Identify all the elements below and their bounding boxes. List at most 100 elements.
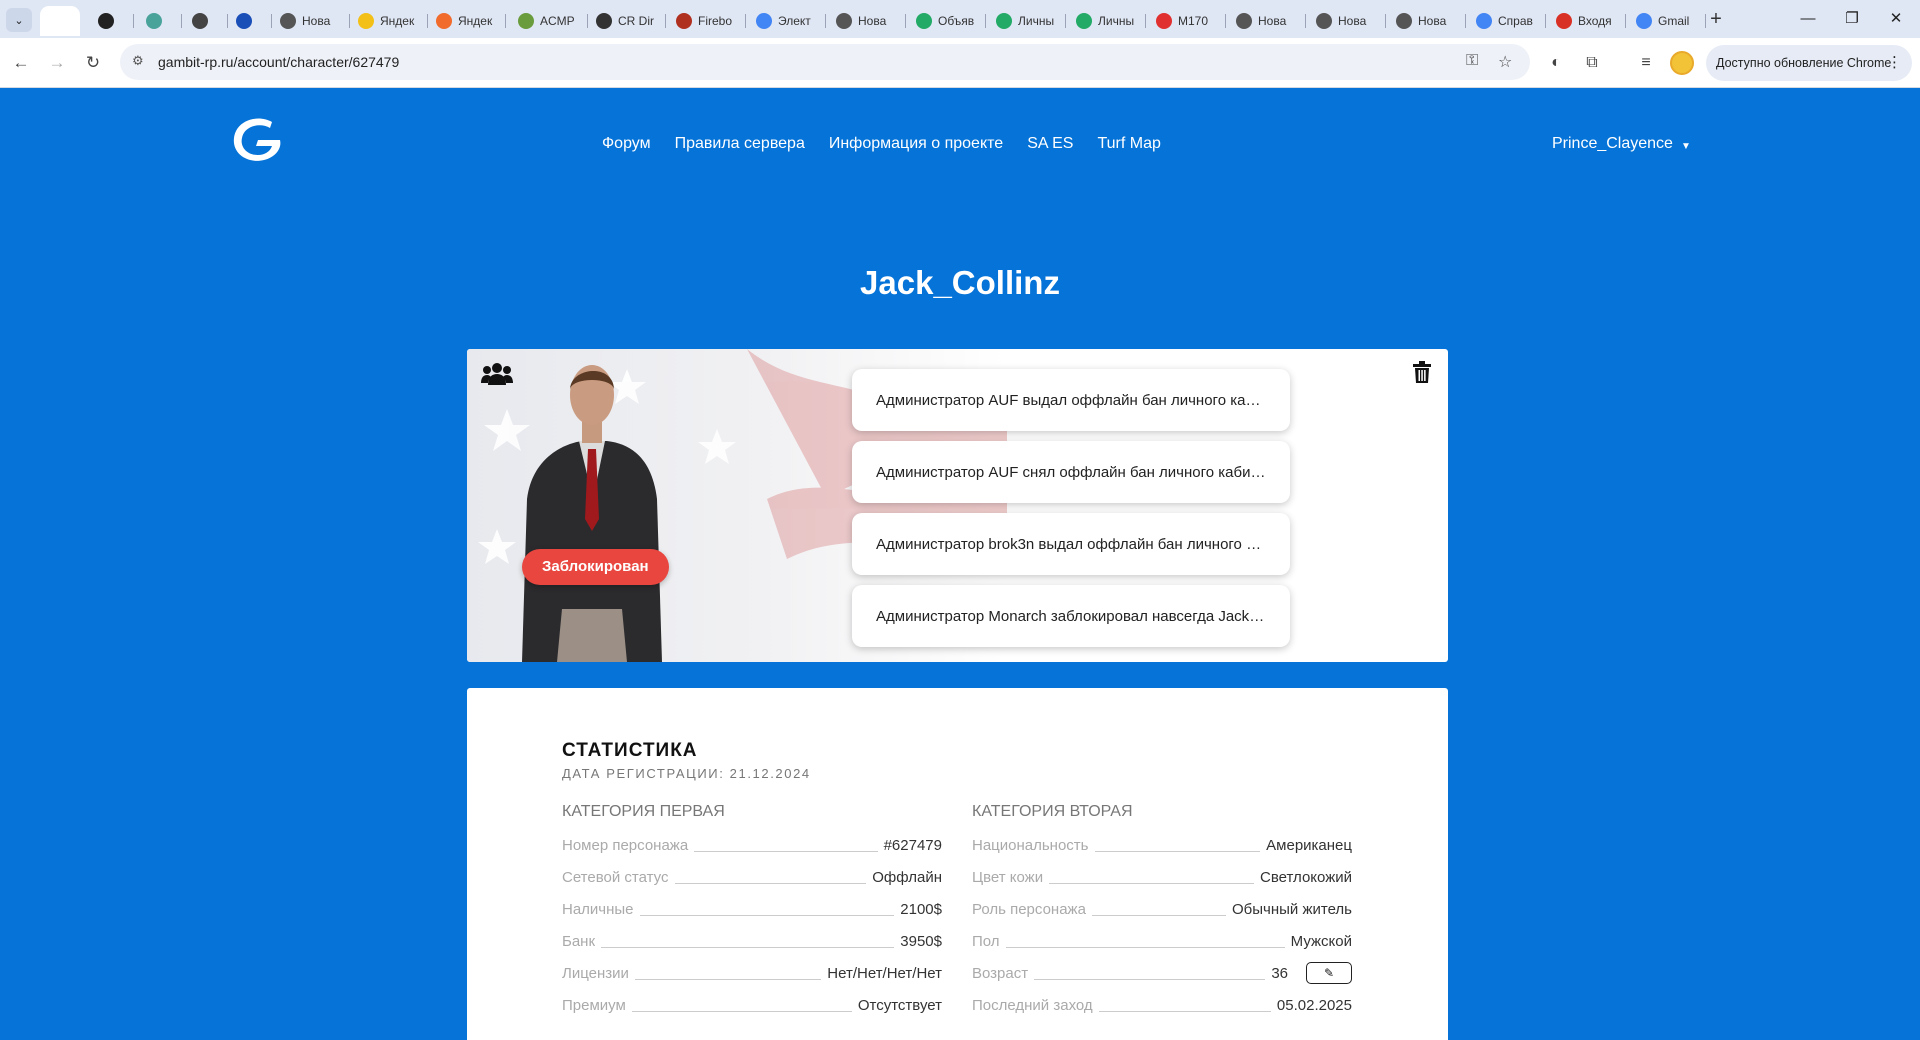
browser-tab[interactable]: Входя xyxy=(1548,6,1626,36)
log-item[interactable]: Администратор brok3n выдал оффлайн бан л… xyxy=(852,513,1290,575)
browser-tab[interactable]: Личны xyxy=(988,6,1066,36)
chrome-icon xyxy=(280,13,296,29)
tab-title: Личны xyxy=(1018,14,1055,28)
back-icon[interactable]: ← xyxy=(8,50,34,76)
tab-title: Gmail xyxy=(1658,14,1690,28)
category-first-label: КАТЕГОРИЯ ПЕРВАЯ xyxy=(562,803,725,820)
extensions-puzzle-icon[interactable]: ⧉ xyxy=(1580,51,1604,75)
browser-tab[interactable]: Элект xyxy=(748,6,826,36)
stat-value: 2100$ xyxy=(900,900,942,918)
tab-title: Нова xyxy=(1258,14,1287,28)
stat-row: Национальность Американец xyxy=(972,829,1352,861)
nav-sa-es[interactable]: SA ES xyxy=(1027,135,1073,153)
tab-search-button[interactable]: ⌄ xyxy=(6,8,32,32)
browser-tab[interactable]: CR Dir xyxy=(588,6,666,36)
browser-tab[interactable]: Нова xyxy=(1228,6,1306,36)
log-item[interactable]: Администратор AUF выдал оффлайн бан личн… xyxy=(852,369,1290,431)
key-icon[interactable]: ⚿ xyxy=(1466,52,1478,70)
browser-tab[interactable]: Объяв xyxy=(908,6,986,36)
chrome-icon xyxy=(1316,13,1332,29)
statistics-card: СТАТИСТИКА ДАТА РЕГИСТРАЦИИ: 21.12.2024 … xyxy=(467,688,1448,1040)
tab-separator xyxy=(745,14,746,28)
browser-tab[interactable] xyxy=(90,6,134,36)
group-icon[interactable] xyxy=(481,361,513,385)
browser-tab[interactable]: Gmail xyxy=(1628,6,1706,36)
browser-tab[interactable] xyxy=(40,6,80,36)
stat-row: Цвет кожи Светлокожий xyxy=(972,861,1352,893)
acmp-icon xyxy=(518,13,534,29)
log-item[interactable]: Администратор Monarch заблокировал навсе… xyxy=(852,585,1290,647)
tab-separator xyxy=(1065,14,1066,28)
extension-planet-icon[interactable]: ◐ xyxy=(1544,51,1568,75)
stat-row: Наличные 2100$ xyxy=(562,893,942,925)
browser-tab[interactable]: Firebo xyxy=(668,6,746,36)
forward-icon[interactable]: → xyxy=(44,50,70,76)
media-control-icon[interactable]: ≡ xyxy=(1634,51,1658,75)
nav-forum[interactable]: Форум xyxy=(602,135,651,153)
stat-key: Лицензии xyxy=(562,964,629,982)
stat-key: Возраст xyxy=(972,964,1029,982)
stat-value: 3950$ xyxy=(900,932,942,950)
chrome-update-button[interactable]: Доступно обновление Chrome ⋮ xyxy=(1706,45,1912,81)
user-menu[interactable]: Prince_Clayence ▼ xyxy=(1552,135,1691,153)
stat-value: #627479 xyxy=(883,836,942,854)
stats-column-first: Номер персонажа #627479 Сетевой статус Оффл… xyxy=(562,829,942,1021)
gmail-icon xyxy=(1556,13,1572,29)
browser-tab[interactable]: Нова xyxy=(1388,6,1466,36)
google-icon xyxy=(756,13,772,29)
tab-separator xyxy=(665,14,666,28)
pencil-icon: ✎ xyxy=(1323,966,1335,980)
new-tab-button[interactable]: + xyxy=(1704,8,1728,32)
stat-value: Нет/Нет/Нет/Нет xyxy=(827,964,942,982)
browser-tab[interactable] xyxy=(228,6,272,36)
tab-title: M170 xyxy=(1178,14,1209,28)
site-info-icon[interactable]: ⚙ xyxy=(132,53,144,69)
nav-rules[interactable]: Правила сервера xyxy=(675,135,805,153)
main-nav: Форум Правила сервера Информация о проек… xyxy=(602,135,1161,153)
browser-tab[interactable]: M170 xyxy=(1148,6,1226,36)
stat-leader-line xyxy=(674,882,867,884)
browser-tab[interactable] xyxy=(138,6,182,36)
browser-tab[interactable]: Личны xyxy=(1068,6,1146,36)
update-label: Доступно обновление Chrome xyxy=(1716,56,1892,70)
site-logo[interactable] xyxy=(228,114,288,170)
menu-dots-icon[interactable]: ⋮ xyxy=(1887,53,1902,71)
stat-leader-line xyxy=(694,850,878,852)
stat-leader-line xyxy=(639,914,895,916)
trash-icon[interactable] xyxy=(1413,361,1431,383)
edit-age-button[interactable]: ✎ xyxy=(1306,962,1352,984)
url-text[interactable]: gambit-rp.ru/account/character/627479 xyxy=(158,54,399,70)
caret-down-icon: ▼ xyxy=(1680,140,1691,152)
browser-tab[interactable]: Нова xyxy=(1308,6,1386,36)
bubbles-icon xyxy=(916,13,932,29)
bookmark-star-icon[interactable]: ☆ xyxy=(1498,52,1512,72)
browser-tab[interactable]: Яндек xyxy=(428,6,506,36)
tab-separator xyxy=(1545,14,1546,28)
tab-title: Объяв xyxy=(938,14,975,28)
nav-turf-map[interactable]: Turf Map xyxy=(1097,135,1160,153)
browser-tab[interactable]: Справ xyxy=(1468,6,1546,36)
reload-icon[interactable]: ↻ xyxy=(80,50,106,76)
active-tab-icon xyxy=(48,13,64,29)
tab-separator xyxy=(1225,14,1226,28)
log-item[interactable]: Администратор AUF снял оффлайн бан лично… xyxy=(852,441,1290,503)
stats-title: СТАТИСТИКА xyxy=(562,740,698,761)
browser-tab[interactable]: Нова xyxy=(828,6,906,36)
address-bar[interactable]: ⚙ gambit-rp.ru/account/character/627479 … xyxy=(120,44,1530,80)
browser-tab[interactable]: Нова xyxy=(272,6,350,36)
browser-toolbar: ← → ↻ ⚙ gambit-rp.ru/account/character/6… xyxy=(0,38,1920,88)
stat-value: 36 xyxy=(1271,964,1288,982)
minimize-icon[interactable]: — xyxy=(1788,6,1828,32)
profile-avatar[interactable] xyxy=(1670,51,1694,75)
restore-icon[interactable]: ❐ xyxy=(1832,6,1872,32)
stat-row: Пол Мужской xyxy=(972,925,1352,957)
browser-tab[interactable]: ACMP xyxy=(510,6,588,36)
browser-tab[interactable]: Яндек xyxy=(350,6,428,36)
shield-icon xyxy=(236,13,252,29)
tab-separator xyxy=(1625,14,1626,28)
nav-project-info[interactable]: Информация о проекте xyxy=(829,135,1003,153)
stat-value: Светлокожий xyxy=(1260,868,1352,886)
close-icon[interactable]: ✕ xyxy=(1876,6,1916,32)
face-icon xyxy=(436,13,452,29)
browser-tab[interactable] xyxy=(184,6,228,36)
